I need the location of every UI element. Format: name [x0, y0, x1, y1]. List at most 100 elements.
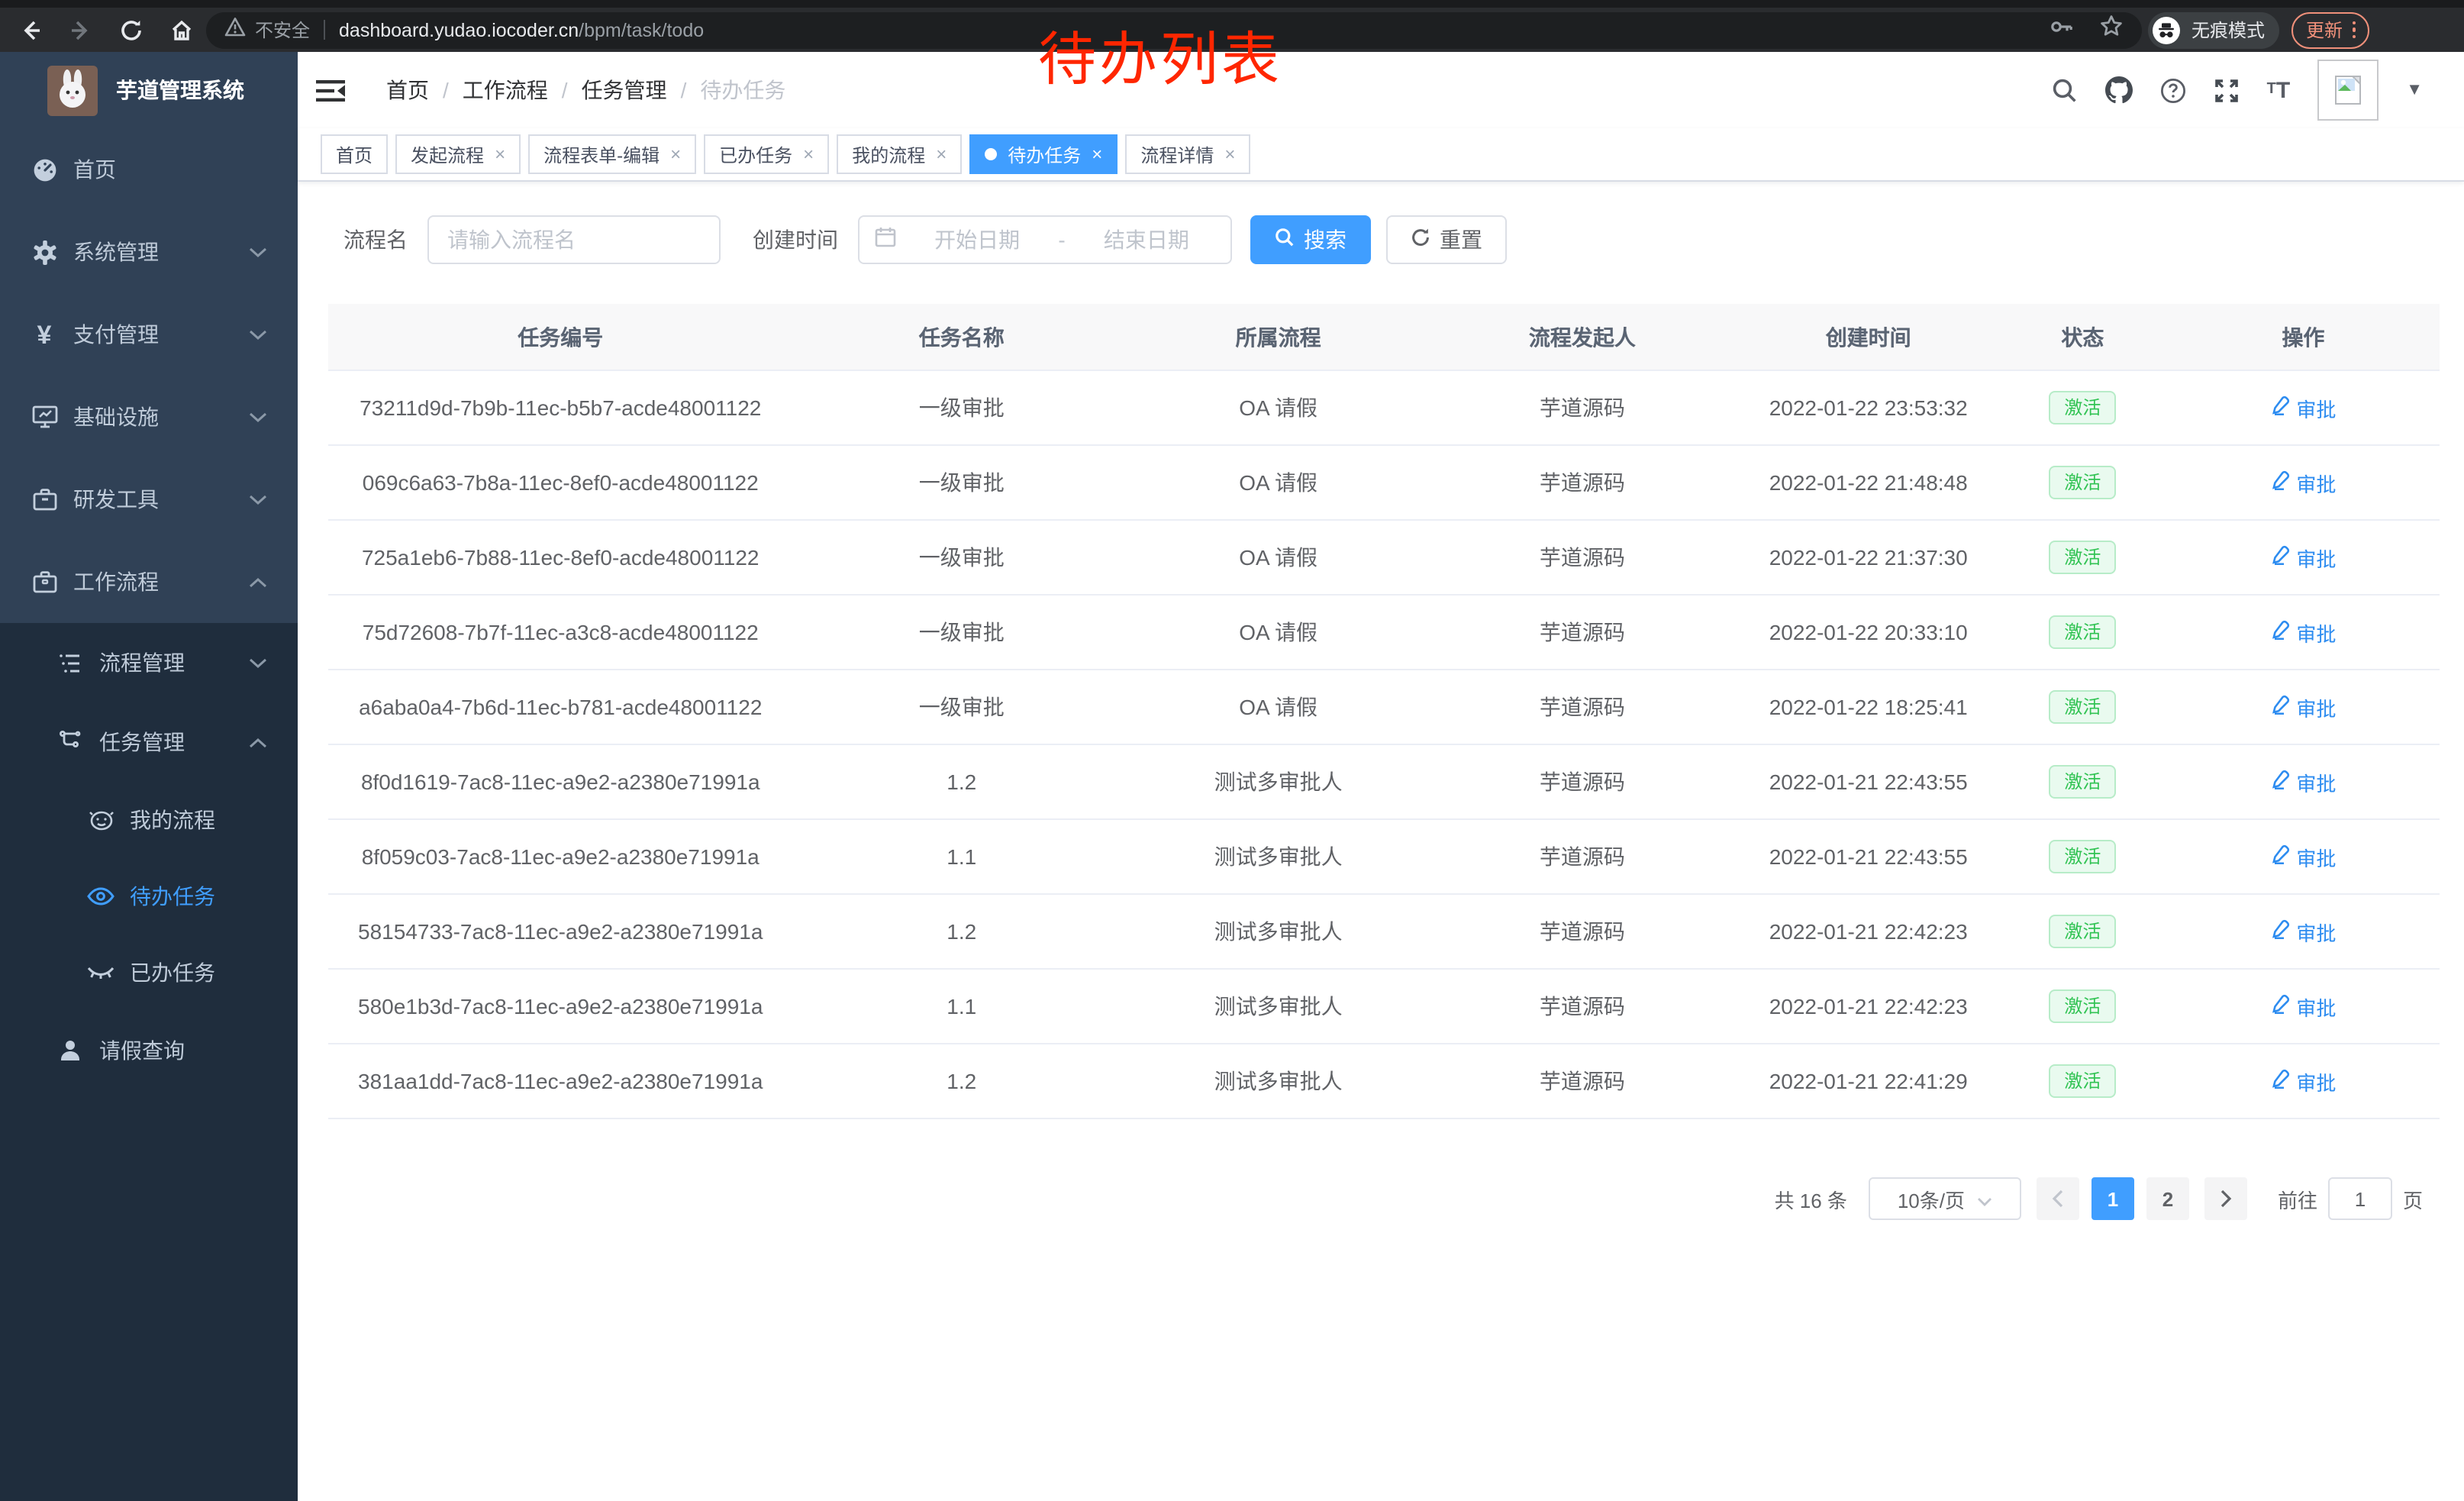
sidebar-collapse-icon[interactable] — [310, 73, 351, 108]
sidebar-item-workflow[interactable]: 工作流程 — [0, 541, 298, 623]
approve-link[interactable]: 审批 — [2270, 393, 2336, 422]
close-icon[interactable]: × — [936, 145, 947, 163]
edit-pen-icon — [2270, 994, 2290, 1018]
task-id-cell: 381aa1dd-7ac8-11ec-a9e2-a2380e71991a — [328, 1044, 793, 1118]
close-icon[interactable]: × — [803, 145, 814, 163]
sidebar-item-infra[interactable]: 基础设施 — [0, 376, 298, 458]
approve-link[interactable]: 审批 — [2270, 618, 2336, 647]
gear-icon — [31, 239, 58, 265]
approve-link[interactable]: 审批 — [2270, 692, 2336, 721]
sidebar-item-done-tasks[interactable]: 已办任务 — [0, 934, 298, 1011]
sidebar-item-todo-tasks[interactable]: 待办任务 — [0, 858, 298, 934]
search-icon[interactable] — [2052, 77, 2078, 103]
password-key-icon[interactable] — [2049, 13, 2075, 47]
approve-link[interactable]: 审批 — [2270, 917, 2336, 946]
sidebar-item-home[interactable]: 首页 — [0, 128, 298, 211]
fullscreen-icon[interactable] — [2214, 77, 2240, 103]
approve-link[interactable]: 审批 — [2270, 992, 2336, 1021]
tab-form-edit[interactable]: 流程表单-编辑× — [528, 134, 696, 174]
browser-menu-icon[interactable] — [2352, 21, 2356, 39]
url-host: dashboard.yudao.iocoder.cn — [339, 19, 579, 40]
action-cell: 审批 — [2167, 745, 2440, 818]
status-badge: 激活 — [2049, 541, 2116, 575]
reset-button[interactable]: 重置 — [1386, 215, 1507, 264]
close-icon[interactable]: × — [495, 145, 505, 163]
breadcrumb-workflow[interactable]: 工作流程 — [463, 75, 548, 105]
process-name-input[interactable] — [427, 215, 721, 264]
not-secure-icon — [224, 16, 246, 44]
approve-link[interactable]: 审批 — [2270, 1067, 2336, 1096]
task-name-cell: 1.1 — [793, 820, 1131, 893]
table-header: 任务编号 任务名称 所属流程 流程发起人 创建时间 状态 操作 — [328, 304, 2440, 371]
prev-page-button[interactable] — [2037, 1177, 2079, 1220]
app-logo[interactable]: 芋道管理系统 — [0, 52, 298, 128]
tab-home[interactable]: 首页 — [321, 134, 388, 174]
sidebar-item-devtools[interactable]: 研发工具 — [0, 458, 298, 541]
close-icon[interactable]: × — [670, 145, 681, 163]
avatar[interactable] — [2317, 60, 2379, 121]
bookmark-star-icon[interactable] — [2099, 14, 2124, 46]
pagination: 共 16 条 10条/页 1 2 前往 页 — [328, 1177, 2440, 1220]
goto-page-input[interactable] — [2328, 1177, 2392, 1220]
created-cell: 2022-01-22 20:33:10 — [1739, 596, 1998, 669]
sidebar-item-payment[interactable]: ¥ 支付管理 — [0, 293, 298, 376]
browser-reload-icon[interactable] — [119, 18, 144, 42]
close-icon[interactable]: × — [1092, 145, 1102, 163]
sidebar-item-leave-query[interactable]: 请假查询 — [0, 1011, 298, 1090]
start-date-placeholder: 开始日期 — [908, 224, 1046, 255]
task-name-cell: 1.2 — [793, 895, 1131, 968]
help-icon[interactable] — [2160, 77, 2186, 103]
page-button-1[interactable]: 1 — [2091, 1177, 2134, 1220]
page-size-select[interactable]: 10条/页 — [1869, 1177, 2021, 1220]
table-row: 73211d9d-7b9b-11ec-b5b7-acde48001122 一级审… — [328, 371, 2440, 446]
browser-back-icon[interactable] — [18, 18, 43, 42]
status-badge: 激活 — [2049, 391, 2116, 425]
breadcrumb-home[interactable]: 首页 — [386, 75, 429, 105]
breadcrumb-task-mgmt[interactable]: 任务管理 — [582, 75, 667, 105]
approve-link[interactable]: 审批 — [2270, 543, 2336, 572]
approve-link[interactable]: 审批 — [2270, 468, 2336, 497]
tab-todo-tasks[interactable]: 待办任务× — [969, 134, 1118, 174]
process-cell: OA 请假 — [1130, 446, 1426, 519]
sidebar-item-label: 研发工具 — [73, 484, 159, 515]
col-task-name: 任务名称 — [793, 304, 1131, 370]
edit-pen-icon — [2270, 770, 2290, 794]
starter-cell: 芋道源码 — [1426, 446, 1738, 519]
close-icon[interactable]: × — [1224, 145, 1235, 163]
page-button-2[interactable]: 2 — [2146, 1177, 2189, 1220]
approve-link[interactable]: 审批 — [2270, 767, 2336, 796]
tab-process-detail[interactable]: 流程详情× — [1125, 134, 1250, 174]
created-cell: 2022-01-21 22:43:55 — [1739, 820, 1998, 893]
sidebar-item-process-mgmt[interactable]: 流程管理 — [0, 623, 298, 702]
sidebar-item-label: 工作流程 — [73, 567, 159, 597]
search-button[interactable]: 搜索 — [1250, 215, 1371, 264]
status-cell: 激活 — [1998, 745, 2167, 818]
starter-cell: 芋道源码 — [1426, 521, 1738, 594]
status-cell: 激活 — [1998, 596, 2167, 669]
tab-start-process[interactable]: 发起流程× — [395, 134, 521, 174]
github-icon[interactable] — [2105, 76, 2133, 104]
date-range-picker[interactable]: 开始日期 - 结束日期 — [858, 215, 1232, 264]
task-id-cell: a6aba0a4-7b6d-11ec-b781-acde48001122 — [328, 670, 793, 744]
process-cell: OA 请假 — [1130, 596, 1426, 669]
sidebar-item-my-process[interactable]: 我的流程 — [0, 782, 298, 858]
starter-cell: 芋道源码 — [1426, 970, 1738, 1043]
calendar-icon — [875, 225, 896, 254]
task-table: 任务编号 任务名称 所属流程 流程发起人 创建时间 状态 操作 73211d9d… — [328, 304, 2440, 1119]
approve-link[interactable]: 审批 — [2270, 842, 2336, 871]
tab-my-process[interactable]: 我的流程× — [837, 134, 962, 174]
starter-cell: 芋道源码 — [1426, 1044, 1738, 1118]
browser-update-button[interactable]: 更新 — [2292, 11, 2369, 48]
sidebar-item-system[interactable]: 系统管理 — [0, 211, 298, 293]
created-cell: 2022-01-21 22:42:23 — [1739, 895, 1998, 968]
process-cell: OA 请假 — [1130, 521, 1426, 594]
avatar-caret-icon[interactable]: ▼ — [2406, 81, 2423, 99]
tab-done-tasks[interactable]: 已办任务× — [704, 134, 829, 174]
browser-home-icon[interactable] — [169, 18, 194, 42]
sidebar-item-task-mgmt[interactable]: 任务管理 — [0, 702, 298, 782]
font-size-icon[interactable]: TT — [2267, 79, 2291, 102]
browser-forward-icon[interactable] — [69, 18, 93, 42]
security-label[interactable]: 不安全 — [255, 17, 310, 43]
incognito-icon — [2153, 16, 2181, 44]
next-page-button[interactable] — [2204, 1177, 2247, 1220]
